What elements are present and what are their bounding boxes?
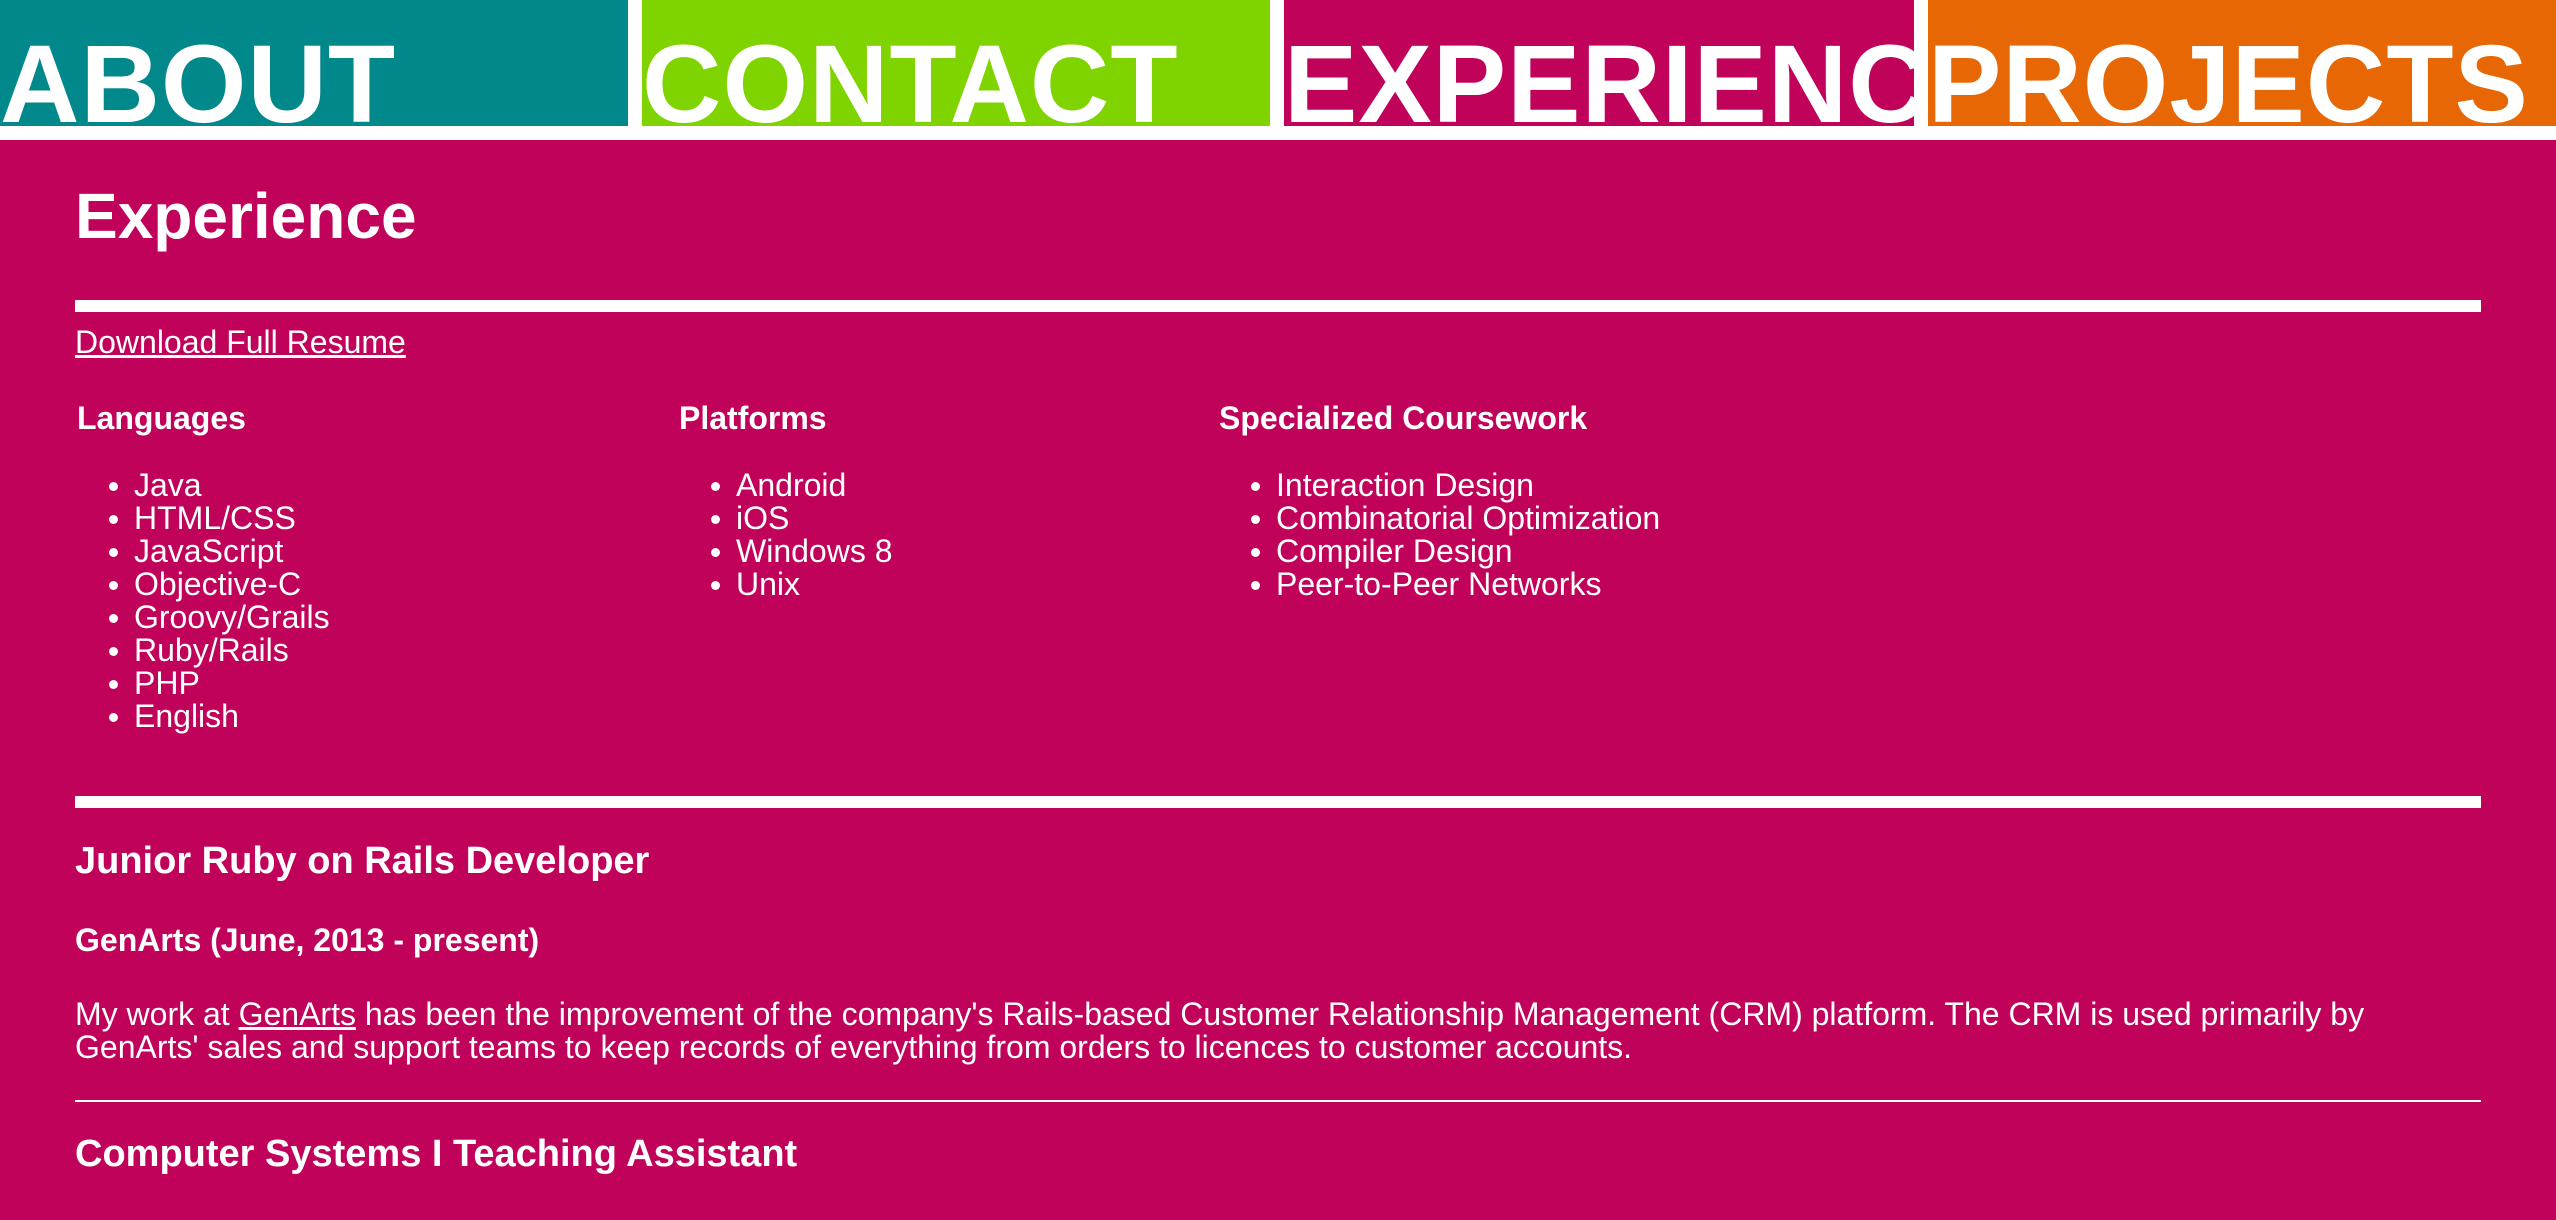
list-item: iOS <box>711 502 893 535</box>
platforms-list: Android iOS Windows 8 Unix <box>711 469 893 601</box>
nav-tab-projects-label: PROJECTS <box>1928 23 2529 127</box>
coursework-column: Specialized Coursework Interaction Desig… <box>1219 402 1660 601</box>
list-item: Android <box>711 469 893 502</box>
nav-tab-experience-label: EXPERIENCE <box>1284 23 1914 127</box>
job-title: Computer Systems I Teaching Assistant <box>75 1133 798 1175</box>
list-item: Combinatorial Optimization <box>1250 500 1661 536</box>
job-description-text: has been the improvement of the company'… <box>75 996 2365 1065</box>
list-item: Unix <box>711 568 893 601</box>
list-item: Windows 8 <box>711 533 893 569</box>
platforms-heading: Platforms <box>679 400 827 436</box>
list-item: HTML/CSS <box>109 502 330 535</box>
list-item: Interaction Design <box>1250 469 1660 502</box>
list-item: Objective-C <box>109 568 330 601</box>
coursework-heading: Specialized Coursework <box>1219 400 1588 436</box>
download-resume-link[interactable]: Download Full Resume <box>75 326 406 358</box>
genarts-link[interactable]: GenArts <box>239 996 356 1032</box>
list-item: Compiler Design <box>1250 535 1660 568</box>
platforms-column: Platforms Android iOS Windows 8 Unix <box>679 402 893 601</box>
job-company: GenArts (June, 2013 - present) <box>75 922 540 958</box>
list-item: JavaScript <box>109 535 330 568</box>
list-item: Peer-to-Peer Networks <box>1250 568 1660 601</box>
languages-column: Languages Java HTML/CSS JavaScript Objec… <box>77 402 330 733</box>
list-item: English <box>109 700 330 733</box>
top-nav: ABOUT CONTACT EXPERIENCE PROJECTS <box>0 0 2556 140</box>
nav-tab-contact-label: CONTACT <box>642 23 1179 127</box>
job-title: Junior Ruby on Rails Developer <box>75 840 650 882</box>
job-divider <box>75 1100 2481 1102</box>
section-divider <box>75 796 2481 808</box>
job-description-text: My work at <box>75 996 239 1032</box>
languages-list: Java HTML/CSS JavaScript Objective-C Gro… <box>109 469 330 733</box>
coursework-list: Interaction Design Combinatorial Optimiz… <box>1250 469 1661 601</box>
section-divider <box>75 300 2481 312</box>
nav-tab-contact[interactable]: CONTACT <box>642 0 1270 126</box>
languages-heading: Languages <box>77 400 246 436</box>
list-item: Ruby/Rails <box>109 634 330 667</box>
list-item: PHP <box>109 667 330 700</box>
list-item: Groovy/Grails <box>109 599 330 635</box>
page-title: Experience <box>75 180 417 252</box>
nav-tab-experience[interactable]: EXPERIENCE <box>1284 0 1914 126</box>
nav-tab-about-label: ABOUT <box>0 23 397 127</box>
nav-tab-projects[interactable]: PROJECTS <box>1928 0 2556 126</box>
nav-tab-about[interactable]: ABOUT <box>0 0 628 126</box>
list-item: Java <box>109 469 330 502</box>
job-description: My work at GenArts has been the improvem… <box>75 998 2481 1064</box>
